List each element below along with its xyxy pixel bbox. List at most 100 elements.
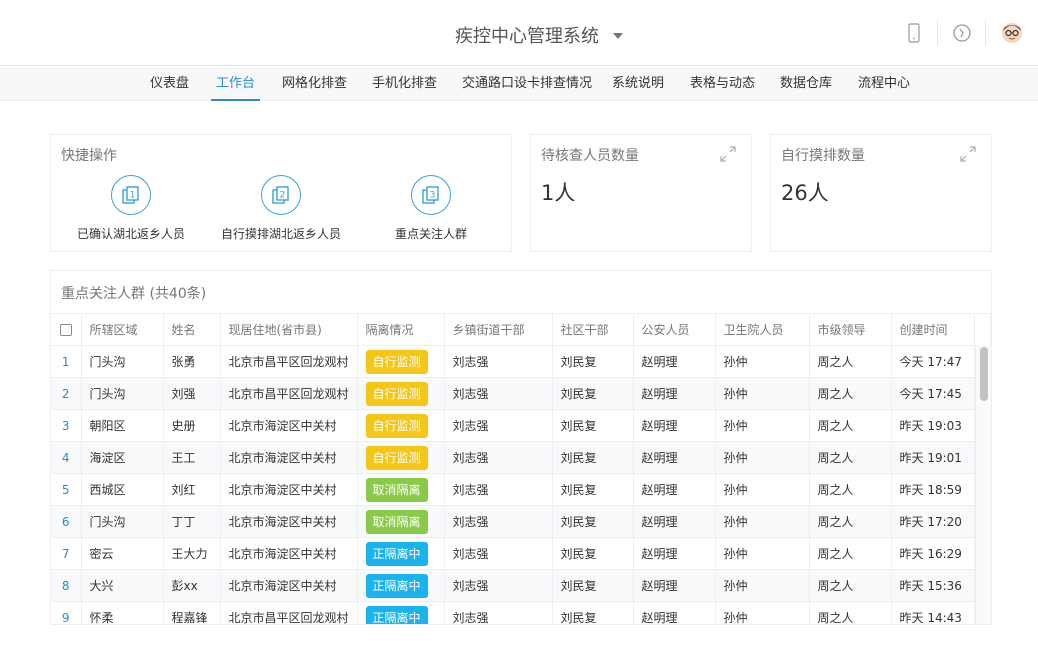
- col-area[interactable]: 所辖区域: [81, 313, 164, 346]
- row-police: 赵明理: [633, 473, 716, 506]
- row-community-cadre: 刘民复: [552, 537, 634, 570]
- col-health-staff[interactable]: 卫生院人员: [715, 313, 810, 346]
- row-health-staff: 孙仲: [715, 345, 810, 378]
- row-police: 赵明理: [633, 505, 716, 538]
- row-police: 赵明理: [633, 569, 716, 602]
- row-name: 丁丁: [163, 505, 221, 538]
- row-address: 北京市海淀区中关村: [220, 569, 358, 602]
- row-health-staff: 孙仲: [715, 569, 810, 602]
- row-address: 北京市昌平区回龙观村: [220, 377, 358, 410]
- row-created-time: 昨天 15:36: [891, 569, 975, 602]
- col-created-time[interactable]: 创建时间: [891, 313, 975, 346]
- select-all-checkbox[interactable]: [51, 313, 82, 346]
- col-town-cadre[interactable]: 乡镇街道干部: [444, 313, 553, 346]
- row-index: 8: [51, 569, 82, 602]
- row-area: 门头沟: [81, 505, 164, 538]
- nav-item-data-warehouse[interactable]: 数据仓库: [780, 67, 832, 101]
- row-city-leader: 周之人: [809, 441, 892, 474]
- nav-item-dashboard[interactable]: 仪表盘: [150, 67, 189, 101]
- key-groups-table-panel: 重点关注人群 (共40条) 所辖区域 姓名 现居住地(省市县) 隔离情况 乡镇街…: [50, 270, 992, 625]
- col-city-leader[interactable]: 市级领导: [809, 313, 892, 346]
- row-area: 大兴: [81, 569, 164, 602]
- row-name: 王大力: [163, 537, 221, 570]
- nav-item-workbench[interactable]: 工作台: [210, 67, 261, 101]
- expand-icon[interactable]: [719, 145, 737, 163]
- avatar-icon: [1002, 23, 1022, 43]
- row-area: 朝阳区: [81, 409, 164, 442]
- row-city-leader: 周之人: [809, 505, 892, 538]
- table-scrollbar[interactable]: [975, 345, 991, 624]
- row-town-cadre: 刘志强: [444, 409, 553, 442]
- row-index: 1: [51, 345, 82, 378]
- row-town-cadre: 刘志强: [444, 377, 553, 410]
- row-city-leader: 周之人: [809, 345, 892, 378]
- row-area: 密云: [81, 537, 164, 570]
- clock-icon: [952, 24, 971, 42]
- nav-item-traffic-checkpoint[interactable]: 交通路口设卡排查情况: [462, 67, 592, 101]
- row-community-cadre: 刘民复: [552, 409, 634, 442]
- system-switcher[interactable]: 疾控中心管理系统: [455, 22, 623, 48]
- row-city-leader: 周之人: [809, 377, 892, 410]
- clock-button[interactable]: [938, 20, 986, 46]
- table-row[interactable]: 1 门头沟 张勇 北京市昌平区回龙观村 自行监测 刘志强 刘民复 赵明理 孙仲 周之人 今天 17:…: [51, 345, 990, 378]
- table-row[interactable]: 3 朝阳区 史册 北京市海淀区中关村 自行监测 刘志强 刘民复 赵明理 孙仲 周之人 昨天 19:0…: [51, 409, 990, 442]
- table-row[interactable]: 4 海淀区 王工 北京市海淀区中关村 自行监测 刘志强 刘民复 赵明理 孙仲 周之人 昨天 19:0…: [51, 441, 990, 474]
- table-row[interactable]: 5 西城区 刘红 北京市海淀区中关村 取消隔离 刘志强 刘民复 赵明理 孙仲 周之人 昨天 18:5…: [51, 473, 990, 506]
- row-health-staff: 孙仲: [715, 537, 810, 570]
- col-isolation[interactable]: 隔离情况: [357, 313, 445, 346]
- expand-icon[interactable]: [959, 145, 977, 163]
- status-badge: 取消隔离: [365, 509, 428, 534]
- caret-down-icon: [613, 33, 623, 39]
- col-community-cadre[interactable]: 社区干部: [552, 313, 634, 346]
- svg-text:3: 3: [430, 191, 436, 201]
- nav-item-tables-dynamics[interactable]: 表格与动态: [690, 67, 755, 101]
- col-police[interactable]: 公安人员: [633, 313, 716, 346]
- row-city-leader: 周之人: [809, 569, 892, 602]
- status-badge: 自行监测: [365, 445, 428, 470]
- row-isolation: 正隔离中: [357, 601, 445, 624]
- row-name: 彭xx: [163, 569, 221, 602]
- status-badge: 自行监测: [365, 381, 428, 406]
- nav-item-process-center[interactable]: 流程中心: [858, 67, 910, 101]
- row-area: 门头沟: [81, 345, 164, 378]
- row-isolation: 正隔离中: [357, 537, 445, 570]
- row-created-time: 今天 17:47: [891, 345, 975, 378]
- row-name: 程嘉锋: [163, 601, 221, 624]
- row-index: 2: [51, 377, 82, 410]
- avatar[interactable]: [986, 20, 1038, 46]
- key-groups-table: 所辖区域 姓名 现居住地(省市县) 隔离情况 乡镇街道干部 社区干部 公安人员 …: [51, 313, 991, 624]
- row-address: 北京市昌平区回龙观村: [220, 601, 358, 624]
- row-health-staff: 孙仲: [715, 441, 810, 474]
- app-header: 疾控中心管理系统: [0, 0, 1038, 66]
- row-index: 4: [51, 441, 82, 474]
- row-area: 门头沟: [81, 377, 164, 410]
- scroll-thumb[interactable]: [980, 347, 988, 401]
- row-isolation: 取消隔离: [357, 505, 445, 538]
- row-police: 赵明理: [633, 409, 716, 442]
- row-police: 赵明理: [633, 377, 716, 410]
- doc-3-icon: 3: [411, 175, 451, 215]
- row-name: 史册: [163, 409, 221, 442]
- phone-button[interactable]: [890, 20, 938, 46]
- table-row[interactable]: 6 门头沟 丁丁 北京市海淀区中关村 取消隔离 刘志强 刘民复 赵明理 孙仲 周之人 昨天 17:2…: [51, 505, 990, 538]
- row-police: 赵明理: [633, 537, 716, 570]
- table-row[interactable]: 9 怀柔 程嘉锋 北京市昌平区回龙观村 正隔离中 刘志强 刘民复 赵明理 孙仲 周之人 昨天 14:…: [51, 601, 990, 624]
- stat-title: 自行摸排数量: [781, 148, 865, 164]
- nav-item-system-guide[interactable]: 系统说明: [612, 67, 664, 101]
- row-created-time: 昨天 14:43: [891, 601, 975, 624]
- col-address[interactable]: 现居住地(省市县): [220, 313, 358, 346]
- quick-action-key-groups[interactable]: 3 重点关注人群: [341, 175, 521, 242]
- table-row[interactable]: 8 大兴 彭xx 北京市海淀区中关村 正隔离中 刘志强 刘民复 赵明理 孙仲 周之人 昨天 15:3…: [51, 569, 990, 602]
- row-address: 北京市海淀区中关村: [220, 537, 358, 570]
- nav-item-grid-screening[interactable]: 网格化排查: [282, 67, 347, 101]
- nav-item-mobile-screening[interactable]: 手机化排查: [372, 67, 437, 101]
- col-name[interactable]: 姓名: [163, 313, 221, 346]
- row-address: 北京市海淀区中关村: [220, 409, 358, 442]
- row-health-staff: 孙仲: [715, 377, 810, 410]
- table-row[interactable]: 2 门头沟 刘强 北京市昌平区回龙观村 自行监测 刘志强 刘民复 赵明理 孙仲 周之人 今天 17:…: [51, 377, 990, 410]
- row-address: 北京市海淀区中关村: [220, 505, 358, 538]
- row-community-cadre: 刘民复: [552, 601, 634, 624]
- stat-value: 26人: [781, 181, 829, 205]
- row-community-cadre: 刘民复: [552, 505, 634, 538]
- table-row[interactable]: 7 密云 王大力 北京市海淀区中关村 正隔离中 刘志强 刘民复 赵明理 孙仲 周之人 昨天 16:2…: [51, 537, 990, 570]
